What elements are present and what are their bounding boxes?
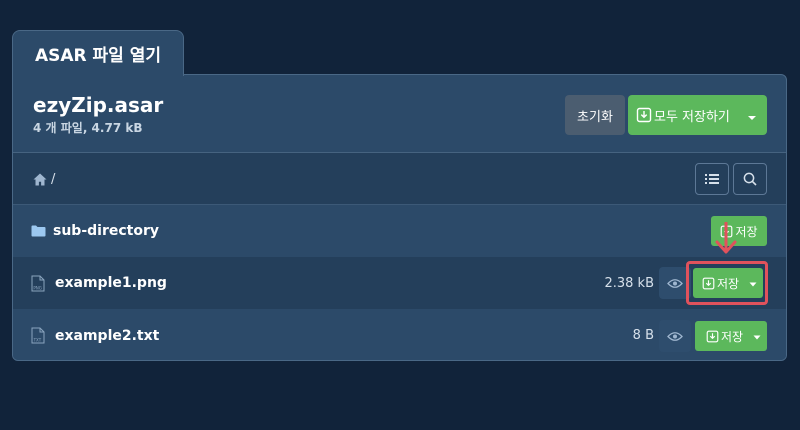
svg-text:TXT: TXT xyxy=(33,338,42,343)
caret-down-icon xyxy=(753,329,761,343)
archive-summary: 4 개 파일, 4.77 kB xyxy=(33,121,143,135)
tab-label: ASAR 파일 열기 xyxy=(34,46,162,66)
list-item[interactable]: TXT example2.txt 8 B 저장 xyxy=(13,309,786,360)
file-size: 8 B xyxy=(632,328,654,343)
save-button[interactable]: 저장 xyxy=(695,321,767,351)
txt-file-icon: TXT xyxy=(31,309,45,360)
save-button-label: 저장 xyxy=(721,329,744,344)
search-button[interactable] xyxy=(733,163,767,195)
list-item[interactable]: sub-directory 저장 xyxy=(13,205,786,257)
highlight-box xyxy=(686,261,768,305)
breadcrumb: / xyxy=(33,153,55,205)
list-item[interactable]: PNG example1.png 2.38 kB 저장 xyxy=(13,257,786,309)
item-name[interactable]: sub-directory xyxy=(53,205,159,257)
save-all-button[interactable]: 모두 저장하기 xyxy=(628,95,767,135)
preview-button[interactable] xyxy=(659,320,691,352)
folder-icon xyxy=(31,205,46,257)
eye-icon xyxy=(667,278,683,289)
svg-text:PNG: PNG xyxy=(33,285,42,290)
png-file-icon: PNG xyxy=(31,257,45,309)
download-icon xyxy=(706,330,719,343)
archive-panel: ezyZip.asar 4 개 파일, 4.77 kB 초기화 모두 저장하기 xyxy=(12,74,787,361)
home-icon[interactable] xyxy=(33,173,47,186)
archive-header: ezyZip.asar 4 개 파일, 4.77 kB 초기화 모두 저장하기 xyxy=(13,75,786,153)
eye-icon xyxy=(667,331,683,342)
item-name[interactable]: example2.txt xyxy=(55,309,159,360)
save-all-label: 모두 저장하기 xyxy=(654,109,730,125)
file-toolbar: / xyxy=(13,153,786,205)
archive-name: ezyZip.asar xyxy=(33,93,164,117)
caret-down-icon xyxy=(747,106,757,125)
tab-open-asar[interactable]: ASAR 파일 열기 xyxy=(12,30,184,76)
reset-button[interactable]: 초기화 xyxy=(565,95,625,135)
search-icon xyxy=(743,172,757,186)
list-icon xyxy=(705,173,719,185)
file-size: 2.38 kB xyxy=(604,275,654,291)
save-all-dropdown-toggle[interactable] xyxy=(737,95,767,135)
breadcrumb-path: / xyxy=(51,171,56,187)
list-view-button[interactable] xyxy=(695,163,729,195)
pointer-arrow-icon xyxy=(715,222,737,254)
item-name[interactable]: example1.png xyxy=(55,257,167,309)
reset-button-label: 초기화 xyxy=(577,109,613,125)
download-icon xyxy=(636,107,652,123)
save-dropdown-toggle[interactable] xyxy=(747,321,767,351)
